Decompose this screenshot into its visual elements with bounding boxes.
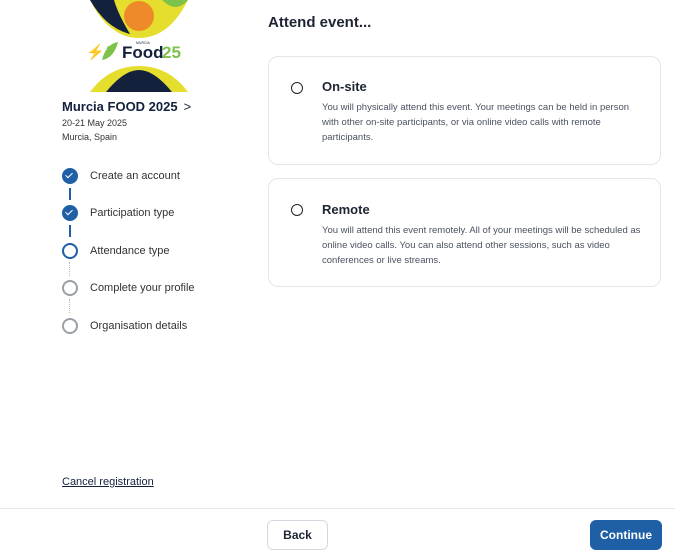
page-title: Attend event... xyxy=(268,14,372,31)
step-participation-type: Participation type xyxy=(62,205,174,221)
step-connector xyxy=(69,188,71,200)
step-organisation-details: Organisation details xyxy=(62,318,187,334)
logo-wordmark: Food xyxy=(122,43,164,62)
event-title: Murcia FOOD 2025 xyxy=(62,99,178,114)
step-label: Complete your profile xyxy=(90,282,195,294)
option-description: You will physically attend this event. Y… xyxy=(322,102,630,143)
option-title: Remote xyxy=(322,202,370,217)
option-title: On-site xyxy=(322,79,367,94)
back-button[interactable]: Back xyxy=(267,520,328,550)
step-connector xyxy=(69,299,70,313)
step-attendance-type: Attendance type xyxy=(62,243,170,259)
step-check-icon xyxy=(62,168,78,184)
step-active-icon xyxy=(62,243,78,259)
event-title-link[interactable]: Murcia FOOD 2025 > xyxy=(62,99,191,114)
step-complete-profile: Complete your profile xyxy=(62,280,195,296)
step-connector xyxy=(69,262,70,276)
step-pending-icon xyxy=(62,280,78,296)
remote-radio[interactable] xyxy=(291,204,303,216)
step-label: Organisation details xyxy=(90,320,188,332)
event-location: Murcia, Spain xyxy=(62,132,118,142)
option-remote-card[interactable]: Remote You will attend this event remote… xyxy=(268,178,661,287)
step-label: Create an account xyxy=(90,170,180,182)
event-date: 20-21 May 2025 xyxy=(62,118,128,128)
continue-button[interactable]: Continue xyxy=(590,520,662,550)
option-onsite-card[interactable]: On-site You will physically attend this … xyxy=(268,56,661,165)
step-label: Attendance type xyxy=(90,245,170,257)
event-logo: ⚡/ MURCIA Food 25 xyxy=(86,0,188,92)
step-create-account: Create an account xyxy=(62,168,180,184)
step-connector xyxy=(69,225,71,237)
step-pending-icon xyxy=(62,318,78,334)
onsite-radio[interactable] xyxy=(291,82,303,94)
option-description: You will attend this event remotely. All… xyxy=(322,225,641,266)
step-label: Participation type xyxy=(90,207,175,219)
cancel-registration-link[interactable]: Cancel registration xyxy=(62,476,154,488)
chevron-right-icon: > xyxy=(183,99,192,114)
footer-divider xyxy=(0,508,675,509)
step-check-icon xyxy=(62,205,78,221)
logo-year: 25 xyxy=(162,43,181,62)
